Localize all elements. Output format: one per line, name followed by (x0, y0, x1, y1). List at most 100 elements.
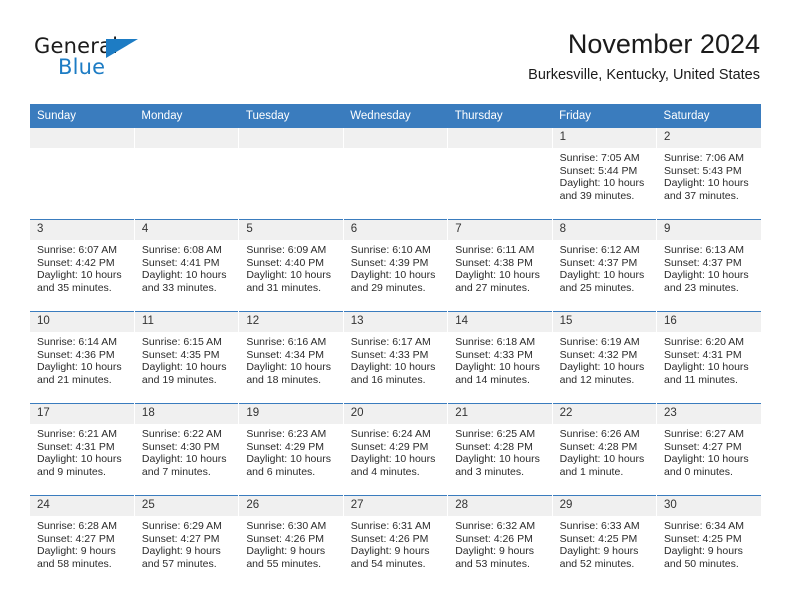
calendar-day-cell[interactable]: 13 Sunrise: 6:17 AM Sunset: 4:33 PM Dayligh… (342, 311, 448, 404)
sunrise-text: Sunrise: 6:17 AM (350, 336, 431, 348)
day-number: 25 (134, 496, 239, 516)
sunrise-text: Sunrise: 6:11 AM (455, 244, 535, 256)
calendar-day-cell[interactable]: 25 Sunrise: 6:29 AM Sunset: 4:27 PM Dayligh… (133, 495, 239, 587)
calendar-day-cell[interactable]: 9 Sunrise: 6:13 AM Sunset: 4:37 PM Daylight… (656, 219, 761, 312)
calendar-day-cell[interactable]: 15 Sunrise: 6:19 AM Sunset: 4:32 PM Dayligh… (551, 311, 657, 404)
calendar-day-cell[interactable]: 4 Sunrise: 6:08 AM Sunset: 4:41 PM Daylight… (133, 219, 239, 312)
calendar-day-cell[interactable]: 20 Sunrise: 6:24 AM Sunset: 4:29 PM Dayligh… (342, 403, 448, 496)
calendar-day-cell[interactable]: 18 Sunrise: 6:22 AM Sunset: 4:30 PM Dayligh… (133, 403, 239, 496)
day-sun-info: Sunrise: 6:22 AM Sunset: 4:30 PM Daylight:… (135, 424, 238, 478)
daylight-text: Daylight: 10 hours and 14 minutes. (455, 361, 540, 386)
calendar-day-cell[interactable]: 14 Sunrise: 6:18 AM Sunset: 4:33 PM Dayligh… (447, 311, 553, 404)
calendar-day-cell[interactable]: 19 Sunrise: 6:23 AM Sunset: 4:29 PM Dayligh… (238, 403, 344, 496)
sunset-text: Sunset: 4:32 PM (559, 348, 638, 361)
day-number: 11 (134, 312, 239, 332)
sunset-text: Sunset: 4:39 PM (350, 256, 429, 269)
sunrise-text: Sunrise: 6:15 AM (141, 336, 222, 348)
daylight-text: Daylight: 9 hours and 50 minutes. (664, 545, 743, 570)
daylight-text: Daylight: 9 hours and 57 minutes. (141, 545, 221, 570)
day-sun-info: Sunrise: 6:18 AM Sunset: 4:33 PM Daylight:… (448, 332, 551, 386)
day-sun-info: Sunrise: 6:11 AM Sunset: 4:38 PM Daylight:… (448, 240, 551, 294)
sunset-text: Sunset: 4:31 PM (37, 440, 115, 453)
calendar-day-cell[interactable]: 22 Sunrise: 6:26 AM Sunset: 4:28 PM Dayligh… (551, 403, 657, 496)
logo-text-blue: Blue (58, 55, 106, 79)
weekday-header-sunday: Sunday (30, 104, 135, 128)
calendar-day-cell[interactable]: 17 Sunrise: 6:21 AM Sunset: 4:31 PM Dayligh… (30, 404, 134, 496)
sunset-text: Sunset: 4:31 PM (664, 348, 742, 361)
day-sun-info: Sunrise: 6:23 AM Sunset: 4:29 PM Daylight:… (239, 424, 342, 478)
day-sun-info: Sunrise: 6:20 AM Sunset: 4:31 PM Daylight:… (657, 332, 761, 386)
calendar-day-cell[interactable]: 10 Sunrise: 6:14 AM Sunset: 4:36 PM Dayligh… (30, 312, 134, 404)
day-number (343, 128, 448, 148)
general-blue-logo[interactable]: General Blue (30, 30, 250, 86)
calendar-day-cell[interactable]: 11 Sunrise: 6:15 AM Sunset: 4:35 PM Dayligh… (133, 311, 239, 404)
day-number: 23 (657, 404, 761, 424)
sunrise-text: Sunrise: 6:34 AM (664, 520, 744, 532)
day-sun-info: Sunrise: 6:16 AM Sunset: 4:34 PM Daylight:… (239, 332, 342, 386)
daylight-text: Daylight: 10 hours and 29 minutes. (350, 269, 436, 294)
day-number: 15 (552, 312, 657, 332)
daylight-text: Daylight: 10 hours and 9 minutes. (37, 453, 122, 478)
daylight-text: Daylight: 9 hours and 52 minutes. (559, 545, 639, 570)
calendar-day-cell[interactable]: 24 Sunrise: 6:28 AM Sunset: 4:27 PM Dayligh… (30, 496, 134, 588)
calendar-day-cell[interactable]: 16 Sunrise: 6:20 AM Sunset: 4:31 PM Dayligh… (656, 311, 761, 404)
calendar-day-cell[interactable]: 30 Sunrise: 6:34 AM Sunset: 4:25 PM Dayligh… (656, 495, 761, 587)
weekday-header-thursday: Thursday (447, 104, 553, 128)
calendar-day-cell[interactable]: 27 Sunrise: 6:31 AM Sunset: 4:26 PM Dayligh… (342, 495, 448, 587)
day-number: 6 (343, 220, 448, 240)
daylight-text: Daylight: 10 hours and 25 minutes. (559, 269, 645, 294)
day-number (30, 128, 134, 148)
calendar-header-row: Sunday Monday Tuesday Wednesday Thursday… (30, 104, 761, 128)
sunset-text: Sunset: 4:42 PM (37, 256, 115, 269)
daylight-text: Daylight: 10 hours and 35 minutes. (37, 269, 122, 294)
calendar-day-cell[interactable]: 29 Sunrise: 6:33 AM Sunset: 4:25 PM Dayligh… (551, 495, 657, 587)
calendar-day-cell[interactable]: 5 Sunrise: 6:09 AM Sunset: 4:40 PM Daylight… (238, 219, 344, 312)
calendar-day-cell[interactable]: 28 Sunrise: 6:32 AM Sunset: 4:26 PM Dayligh… (447, 495, 553, 587)
day-sun-info: Sunrise: 6:34 AM Sunset: 4:25 PM Daylight:… (657, 516, 761, 570)
calendar-day-cell[interactable]: 6 Sunrise: 6:10 AM Sunset: 4:39 PM Daylight… (342, 219, 448, 312)
sunset-text: Sunset: 4:26 PM (455, 532, 533, 545)
sunset-text: Sunset: 4:33 PM (455, 348, 533, 361)
day-sun-info: Sunrise: 6:10 AM Sunset: 4:39 PM Daylight:… (344, 240, 447, 294)
calendar-day-cell[interactable]: 1 Sunrise: 7:05 AM Sunset: 5:44 PM Daylight… (551, 128, 657, 220)
day-number: 26 (239, 496, 343, 516)
sunrise-text: Sunrise: 6:13 AM (664, 244, 744, 256)
daylight-text: Daylight: 10 hours and 16 minutes. (350, 361, 436, 386)
sunrise-text: Sunrise: 6:21 AM (37, 428, 117, 440)
daylight-text: Daylight: 10 hours and 1 minute. (559, 453, 645, 478)
calendar-week-row: 3 Sunrise: 6:07 AM Sunset: 4:42 PM Daylight… (30, 219, 761, 312)
day-sun-info: Sunrise: 6:28 AM Sunset: 4:27 PM Daylight:… (30, 516, 134, 570)
calendar-table: Sunday Monday Tuesday Wednesday Thursday… (30, 104, 761, 587)
day-sun-info: Sunrise: 6:12 AM Sunset: 4:37 PM Daylight:… (553, 240, 656, 294)
weekday-header-tuesday: Tuesday (238, 104, 344, 128)
sunrise-text: Sunrise: 6:19 AM (559, 336, 640, 348)
daylight-text: Daylight: 10 hours and 37 minutes. (664, 177, 749, 202)
day-number: 19 (239, 404, 343, 424)
sunrise-text: Sunrise: 6:33 AM (559, 520, 640, 532)
calendar-day-cell[interactable]: 26 Sunrise: 6:30 AM Sunset: 4:26 PM Dayligh… (238, 495, 344, 587)
calendar-week-row: 24 Sunrise: 6:28 AM Sunset: 4:27 PM Dayligh… (30, 495, 761, 588)
weekday-header-wednesday: Wednesday (343, 104, 448, 128)
weekday-header-monday: Monday (134, 104, 239, 128)
day-sun-info: Sunrise: 6:27 AM Sunset: 4:27 PM Daylight:… (657, 424, 761, 478)
calendar-day-cell[interactable]: 8 Sunrise: 6:12 AM Sunset: 4:37 PM Daylight… (551, 219, 657, 312)
title-block: November 2024 Burkesville, Kentucky, Uni… (528, 28, 760, 84)
day-number: 16 (657, 312, 761, 332)
day-sun-info: Sunrise: 6:08 AM Sunset: 4:41 PM Daylight:… (135, 240, 238, 294)
calendar-day-cell[interactable]: 21 Sunrise: 6:25 AM Sunset: 4:28 PM Dayligh… (447, 403, 553, 496)
calendar-day-cell[interactable]: 7 Sunrise: 6:11 AM Sunset: 4:38 PM Daylight… (447, 219, 553, 312)
sunrise-text: Sunrise: 6:32 AM (455, 520, 536, 532)
page-header: General Blue November 2024 Burkesville, … (30, 28, 760, 98)
sunrise-text: Sunrise: 6:23 AM (246, 428, 327, 440)
calendar-day-cell[interactable]: 12 Sunrise: 6:16 AM Sunset: 4:34 PM Dayligh… (238, 311, 344, 404)
daylight-text: Daylight: 9 hours and 53 minutes. (455, 545, 534, 570)
daylight-text: Daylight: 10 hours and 18 minutes. (246, 361, 331, 386)
day-number: 24 (30, 496, 134, 516)
sunrise-text: Sunrise: 6:18 AM (455, 336, 536, 348)
daylight-text: Daylight: 10 hours and 21 minutes. (37, 361, 122, 386)
calendar-day-cell[interactable]: 3 Sunrise: 6:07 AM Sunset: 4:42 PM Daylight… (30, 220, 134, 312)
calendar-day-cell[interactable]: 23 Sunrise: 6:27 AM Sunset: 4:27 PM Dayligh… (656, 403, 761, 496)
sunset-text: Sunset: 4:30 PM (141, 440, 220, 453)
calendar-day-cell[interactable]: 2 Sunrise: 7:06 AM Sunset: 5:43 PM Daylight… (656, 128, 761, 220)
day-sun-info: Sunrise: 6:15 AM Sunset: 4:35 PM Daylight:… (135, 332, 238, 386)
